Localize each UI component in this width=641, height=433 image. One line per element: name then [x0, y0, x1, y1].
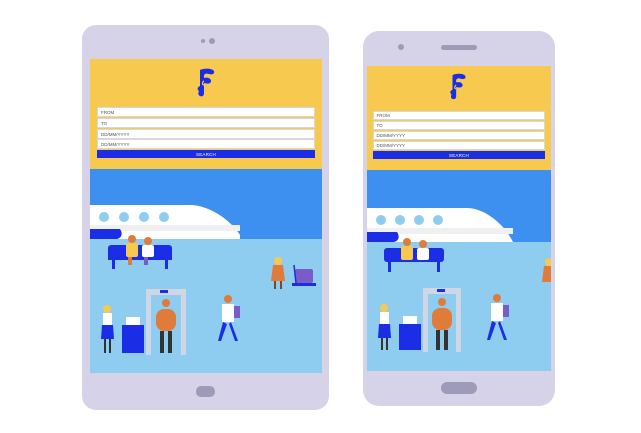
f-brand-logo-icon	[197, 68, 215, 97]
tablet-camera-lens-icon	[209, 38, 215, 44]
depart-date-input[interactable]: DD/MM/YYYY	[372, 131, 546, 140]
tablet-screen: FROM TO DD/MM/YYYY DD/MM/YYYY SEARCH	[90, 59, 322, 373]
airport-illustration	[90, 205, 322, 373]
to-input[interactable]: TO	[372, 121, 546, 130]
from-input[interactable]: FROM	[372, 111, 546, 120]
search-button[interactable]: SEARCH	[96, 150, 316, 158]
return-date-input[interactable]: DD/MM/YYYY	[96, 139, 316, 149]
return-date-input[interactable]: DD/MM/YYYY	[372, 141, 546, 150]
airport-illustration	[367, 208, 551, 371]
scanner-machine-icon	[399, 324, 421, 350]
scanner-machine-icon	[122, 325, 144, 353]
phone-device: FROM TO DD/MM/YYYY DD/MM/YYYY SEARCH	[363, 31, 555, 406]
search-header: FROM TO DD/MM/YYYY DD/MM/YYYY SEARCH	[367, 66, 551, 170]
airplane-icon	[367, 208, 513, 242]
tablet-camera-icon	[201, 39, 205, 43]
tablet-device: FROM TO DD/MM/YYYY DD/MM/YYYY SEARCH	[82, 25, 329, 410]
to-input[interactable]: TO	[96, 118, 316, 128]
search-button[interactable]: SEARCH	[372, 151, 546, 159]
depart-date-input[interactable]: DD/MM/YYYY	[96, 129, 316, 139]
phone-screen: FROM TO DD/MM/YYYY DD/MM/YYYY SEARCH	[367, 66, 551, 371]
search-header: FROM TO DD/MM/YYYY DD/MM/YYYY SEARCH	[90, 59, 322, 169]
airplane-icon	[90, 205, 240, 239]
from-input[interactable]: FROM	[96, 107, 316, 117]
phone-home-button[interactable]	[441, 382, 477, 394]
tablet-home-button[interactable]	[196, 386, 215, 397]
f-brand-logo-icon	[450, 73, 466, 100]
phone-speaker-icon	[441, 45, 477, 50]
phone-camera-icon	[398, 44, 404, 50]
